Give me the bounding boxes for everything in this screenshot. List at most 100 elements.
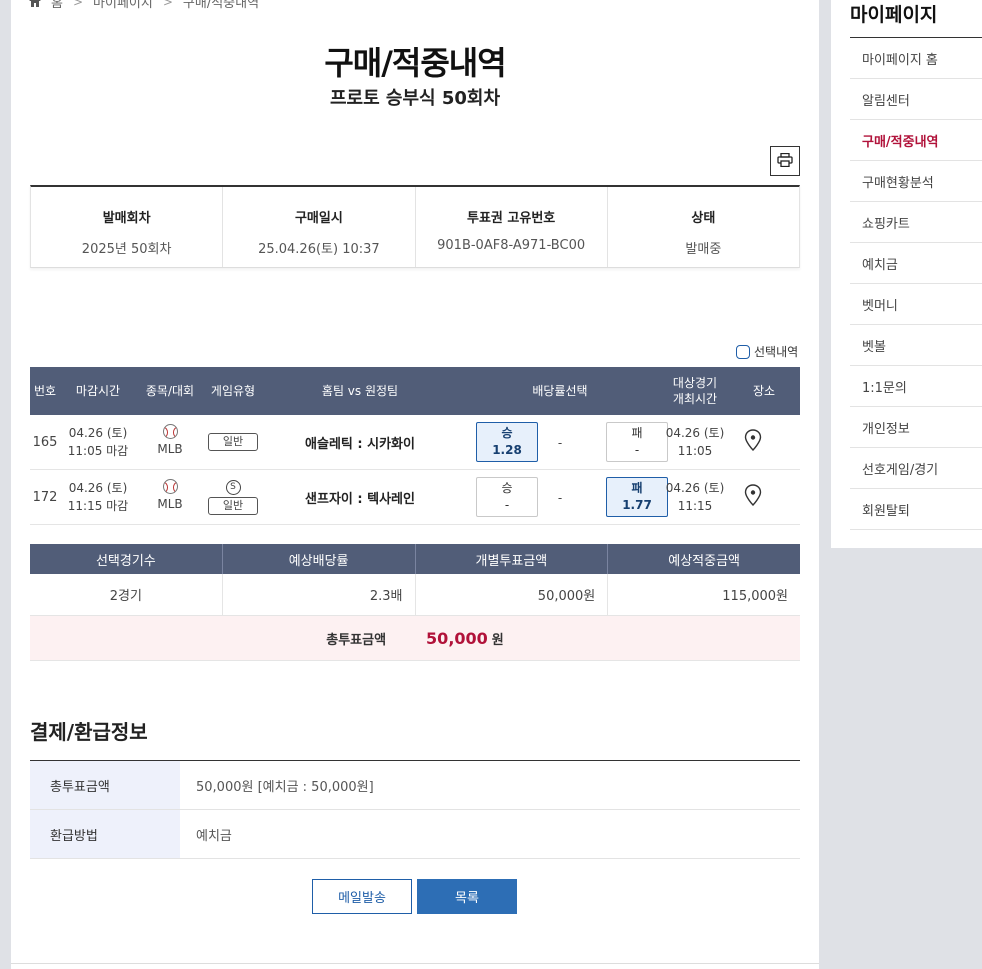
breadcrumb-current: 구매/적중내역 [182,0,260,11]
game-start-time: 04.26 (토) 11:15 [665,479,725,515]
sidebar-item-mypage-home[interactable]: 마이페이지 홈 [850,38,982,79]
info-value: 발매중 [685,242,722,257]
sidebar-item-personal-info[interactable]: 개인정보 [850,407,982,448]
info-value: 901B-0AF8-A971-BC00 [437,238,586,253]
summary-total: 총투표금액 50,000 원 [30,616,800,661]
odds-value: 1.28 [492,443,522,457]
game-deadline: 04.26 (토) 11:15 마감 [63,479,133,515]
checkbox-icon[interactable] [736,344,750,359]
chevron-right-icon: > [162,0,173,9]
game-teams[interactable]: 샌프자이 : 텍사레인 [270,470,450,525]
bet-summary-table: 선택경기수 예상배당률 개별투표금액 예상적중금액 2경기 2.3배 50,00… [30,544,800,661]
summary-header: 선택경기수 예상배당률 개별투표금액 예상적중금액 [30,544,800,574]
sidebar-title: 마이페이지 [850,4,938,26]
breadcrumb-mypage[interactable]: 마이페이지 [93,0,153,11]
sidebar-item-inquiry[interactable]: 1:1문의 [850,366,982,407]
game-start-date: 04.26 (토) [665,481,725,495]
sidebar-item-purchase-history[interactable]: 구매/적중내역 [850,120,982,161]
location-pin-icon[interactable] [744,484,764,509]
odds-lose-button[interactable]: 패 - [606,422,668,462]
sidebar-item-withdraw[interactable]: 회원탈퇴 [850,489,982,530]
odds-draw: - [557,435,563,450]
divider [11,963,819,964]
sidebar-item-shopping-cart[interactable]: 쇼핑카트 [850,202,982,243]
info-label: 발매회차 [102,211,151,226]
payment-value: 예치금 [196,828,232,844]
sidebar-item-betmoney[interactable]: 벳머니 [850,284,982,325]
summary-expected: 115,000원 [722,589,788,604]
payment-section-title: 결제/환급정보 [30,720,148,744]
send-email-button[interactable]: 메일발송 [312,879,412,914]
game-table: 번호 마감시간 종목/대회 게임유형 홈팀 vs 원정팀 배당률선택 대상경기 … [30,367,800,525]
game-sport: MLB [150,424,190,457]
home-icon[interactable] [29,0,41,7]
print-button[interactable] [770,146,800,176]
info-ticket-id: 투표권 고유번호 901B-0AF8-A971-BC00 [416,187,608,267]
col-venue-time-line1: 대상경기 [672,376,718,390]
payment-key: 환급방법 [30,810,180,858]
game-no: 165 [32,435,58,450]
col-place: 장소 [752,384,776,398]
summary-col-games: 선택경기수 [30,544,223,574]
sidebar-item-betball[interactable]: 벳볼 [850,325,982,366]
col-deadline: 마감시간 [75,384,121,398]
table-row: 172 04.26 (토) 11:15 마감 MLB S 일반 샌프자이 : 텍… [30,470,800,525]
payment-value: 50,000원 [예치금 : 50,000원] [196,779,374,795]
game-start-clock: 11:15 [677,499,713,513]
selection-checkbox-label: 선택내역 [754,345,799,359]
payment-row: 환급방법 예치금 [30,810,800,859]
special-badge: S [225,480,241,495]
game-close: 11:15 마감 [67,499,129,513]
odds-label: 패 [631,426,643,440]
summary-row: 2경기 2.3배 50,000원 115,000원 [30,574,800,616]
summary-amount: 50,000원 [416,574,609,615]
col-venue-time: 대상경기 개최시간 [665,367,725,415]
game-type-tag: 일반 [208,497,258,515]
game-teams[interactable]: 애슬레틱 : 시카화이 [270,415,450,470]
baseball-icon [162,424,178,439]
page-title: 구매/적중내역 [324,44,506,82]
purchase-info-table: 발매회차 2025년 50회차 구매일시 25.04.26(토) 10:37 투… [30,185,800,268]
game-league: MLB [157,442,183,456]
info-label: 투표권 고유번호 [467,211,556,226]
odds-lose-button[interactable]: 패 1.77 [606,477,668,517]
sidebar-item-favorite-games[interactable]: 선호게임/경기 [850,448,982,489]
col-type: 게임유형 [210,384,256,398]
game-start-date: 04.26 (토) [665,426,725,440]
main-content: 홈 > 마이페이지 > 구매/적중내역 구매/적중내역 프로토 승부식 50회차… [11,0,819,969]
payment-key: 총투표금액 [30,761,180,809]
game-type-tag: 일반 [208,433,258,451]
game-type: 일반 [208,433,258,451]
sidebar: 마이페이지 마이페이지 홈 알림센터 구매/적중내역 구매현황분석 쇼핑카트 예… [831,0,982,548]
odds-win-button[interactable]: 승 1.28 [476,422,538,462]
page-subtitle: 프로토 승부식 50회차 [329,88,501,109]
game-table-header: 번호 마감시간 종목/대회 게임유형 홈팀 vs 원정팀 배당률선택 대상경기 … [30,367,800,415]
location-pin-icon[interactable] [744,429,764,454]
sidebar-item-purchase-analysis[interactable]: 구매현황분석 [850,161,982,202]
odds-win-button[interactable]: 승 - [476,477,538,517]
game-league: MLB [157,497,183,511]
selection-checkbox[interactable]: 선택내역 [736,343,798,360]
info-value: 25.04.26(토) 10:37 [258,242,380,257]
odds-value: 1.77 [622,498,652,512]
breadcrumb-home[interactable]: 홈 [51,0,63,11]
game-type: S 일반 [208,478,258,515]
col-sport: 종목/대회 [145,384,195,398]
sidebar-item-deposit[interactable]: 예치금 [850,243,982,284]
col-venue-time-line2: 개최시간 [672,392,718,406]
odds-label: 승 [501,481,513,495]
game-start-time: 04.26 (토) 11:05 [665,424,725,460]
summary-col-odds: 예상배당률 [223,544,416,574]
sidebar-item-notifications[interactable]: 알림센터 [850,79,982,120]
summary-odds: 2.3배 [223,574,416,615]
printer-icon [777,152,793,171]
info-value: 2025년 50회차 [81,242,172,257]
odds-value: - [504,498,510,512]
odds-label: 승 [501,426,513,440]
sidebar-menu: 마이페이지 홈 알림센터 구매/적중내역 구매현황분석 쇼핑카트 예치금 벳머니… [850,38,982,530]
col-teams: 홈팀 vs 원정팀 [321,384,399,398]
col-no: 번호 [33,384,57,398]
total-unit: 원 [491,632,504,648]
list-button[interactable]: 목록 [417,879,517,914]
baseball-icon [162,479,178,494]
